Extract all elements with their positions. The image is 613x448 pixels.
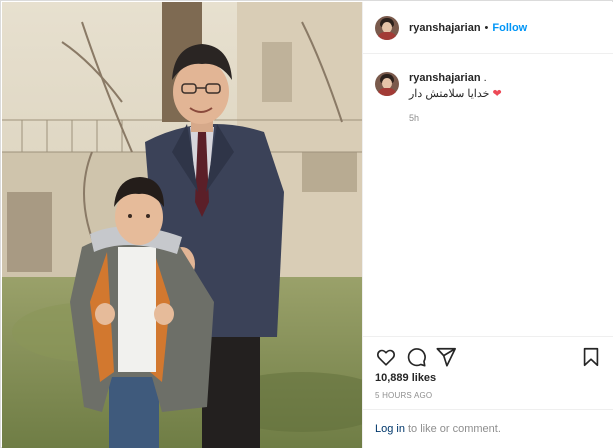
avatar[interactable] <box>375 15 399 40</box>
header-separator: • <box>484 21 489 34</box>
comment-icon[interactable] <box>405 346 427 368</box>
heart-outline-icon[interactable] <box>375 346 397 368</box>
login-link[interactable]: Log in <box>375 423 405 435</box>
caption-comment: ryanshajarian . ❤ خدایا سلامتش دار 5h <box>375 72 603 123</box>
post-header: ryanshajarian • Follow <box>363 2 613 54</box>
post-timestamp[interactable]: 5 HOURS AGO <box>375 391 432 400</box>
caption-message: خدایا سلامتش دار <box>409 88 490 100</box>
paper-plane-icon[interactable] <box>435 346 457 368</box>
caption-username[interactable]: ryanshajarian <box>409 72 481 84</box>
caption-suffix: . <box>480 72 487 84</box>
likes-count[interactable]: 10,889 likes <box>375 372 436 384</box>
caption-text: ❤ خدایا سلامتش دار <box>409 87 502 100</box>
caption-body: ryanshajarian . ❤ خدایا سلامتش دار 5h <box>409 72 502 123</box>
header-username[interactable]: ryanshajarian <box>409 22 481 34</box>
photo-illustration <box>2 2 362 448</box>
follow-button[interactable]: Follow <box>492 22 527 34</box>
post-sidebar: ryanshajarian • Follow ryanshajarian . ❤… <box>362 2 613 448</box>
post-photo[interactable] <box>2 2 362 448</box>
post-frame: ryanshajarian • Follow ryanshajarian . ❤… <box>0 0 613 448</box>
login-prompt: Log in to like or comment. <box>363 409 613 448</box>
heart-emoji: ❤ <box>492 88 502 100</box>
bookmark-icon[interactable] <box>580 346 602 368</box>
login-text: to like or comment. <box>407 423 501 435</box>
action-bar <box>363 336 613 376</box>
caption-time[interactable]: 5h <box>409 113 502 123</box>
caption-avatar[interactable] <box>375 72 399 96</box>
caption-line: ryanshajarian . <box>409 72 502 84</box>
